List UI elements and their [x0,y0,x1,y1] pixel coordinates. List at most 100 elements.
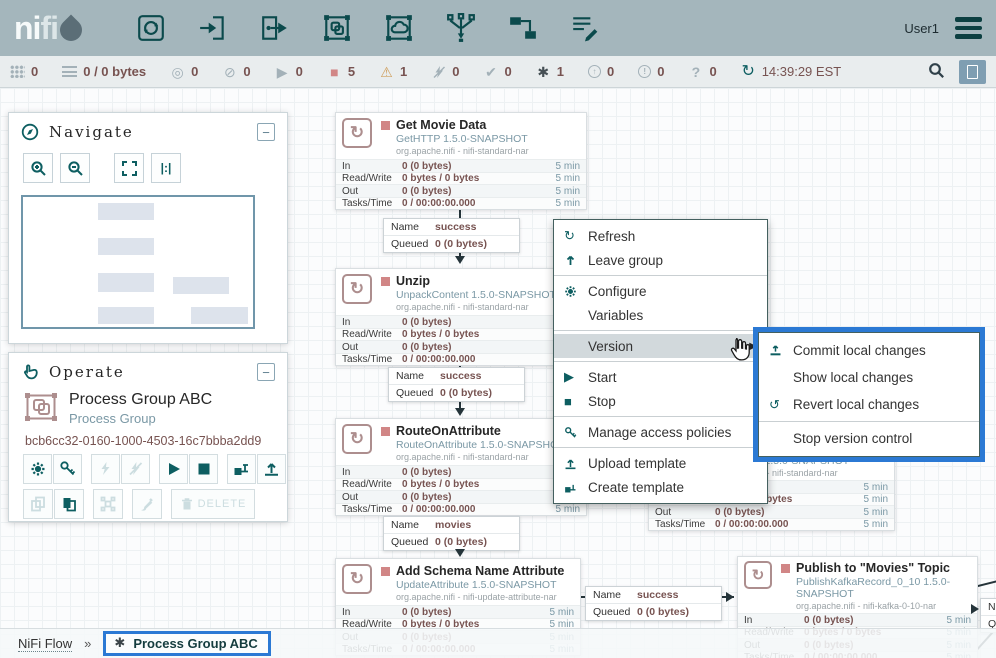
global-menu-icon[interactable] [955,17,982,39]
zoom-fit-button[interactable] [114,153,144,183]
processor-stamp-icon: ↻ [342,424,372,454]
up-to-date-stat: ✔0 [484,64,512,79]
stop-button[interactable] [189,454,218,484]
connection-name: success [435,221,476,233]
minimap-component-rect [98,307,154,324]
play-icon: ▶ [564,369,588,385]
create-template-button[interactable] [227,454,256,484]
navigate-panel: Navigate − |:| [8,112,288,344]
funnel-icon[interactable] [444,11,478,45]
refresh-icon: ↻ [564,228,588,244]
connection-label[interactable]: Namesuccess Queued0 (0 bytes) [383,218,520,253]
copy-button[interactable] [23,489,53,519]
group-button[interactable] [93,489,123,519]
connection-queued: 0 (0 bytes) [435,238,487,250]
stat-label: In [342,317,402,328]
enable-button[interactable] [91,454,120,484]
connection-arrow-icon [455,549,465,557]
breadcrumb-current-group[interactable]: ✱ Process Group ABC [103,631,270,656]
stat-value: 0 bytes / 0 bytes [402,479,556,490]
upload-template-button[interactable] [257,454,286,484]
leave-group-icon [564,254,588,267]
stat-value: 0 (0 bytes) [402,607,550,618]
processor-card[interactable]: ↻ Get Movie Data GetHTTP 1.5.0-SNAPSHOT … [335,112,587,210]
nifi-app: ↻ Get Movie Data GetHTTP 1.5.0-SNAPSHOT … [0,0,996,658]
configure-button[interactable] [23,454,52,484]
menu-item-variables[interactable]: Variables [554,303,767,327]
stat-window: 5 min [864,482,888,493]
menu-item-create-template[interactable]: Create template [554,475,767,499]
connection-label[interactable]: Namemovies Queued0 (0 bytes) [383,516,520,551]
access-policies-button[interactable] [53,454,82,484]
invalid-stat: ⚠1 [379,64,407,79]
stat-label: In [342,607,402,618]
breadcrumb-root-link[interactable]: NiFi Flow [18,636,72,652]
operate-panel: Operate − Process Group ABC Process Grou… [8,352,288,522]
delete-button[interactable]: DELETE [171,489,255,519]
menu-item-upload-template[interactable]: Upload template [554,451,767,475]
stat-window: 5 min [556,186,580,197]
fill-color-button[interactable] [132,489,162,519]
stat-label: Out [655,507,715,518]
menu-item-manage-access-policies[interactable]: Manage access policies [554,420,767,444]
locally-modified-stat: ✱1 [536,64,564,79]
connection-queued: 0 (0 bytes) [440,387,492,399]
connection-name: movies [435,519,471,531]
process-group-icon[interactable] [320,11,354,45]
paste-button[interactable] [54,489,84,519]
submenu-item-stop-version-control[interactable]: Stop version control [759,425,979,452]
version-submenu-highlight: Commit local changes Show local changes … [753,327,985,462]
menu-item-refresh[interactable]: ↻Refresh [554,224,767,248]
queued-items-icon [62,66,77,77]
label-icon[interactable] [568,11,602,45]
transmitting-stat: ◎0 [170,64,198,79]
delete-label: DELETE [198,498,247,510]
template-icon[interactable] [506,11,540,45]
search-icon[interactable] [928,62,945,82]
submenu-item-show-local-changes[interactable]: Show local changes [759,364,979,391]
menu-item-stop[interactable]: ■Stop [554,389,767,413]
stat-label: Read/Write [342,479,402,490]
connection-label[interactable]: Namesuccess Queued0 (0 bytes) [585,586,722,621]
menu-item-leave-group[interactable]: Leave group [554,248,767,272]
submenu-item-revert-local-changes[interactable]: ↺Revert local changes [759,391,979,418]
disable-button[interactable] [121,454,150,484]
processor-type: UpdateAttribute 1.5.0-SNAPSHOT [396,579,564,591]
refresh-status[interactable]: ↻14:39:29 EST [741,64,842,80]
logo-text: ni [14,10,40,47]
connection-name-label: Name [988,601,996,613]
stat-value: 0 bytes / 0 bytes [402,329,556,340]
menu-separator [554,416,767,417]
stat-window: 5 min [556,198,580,209]
stat-label: Out [342,342,402,353]
remote-process-group-icon[interactable] [382,11,416,45]
active-threads-stat: 0 [10,64,38,79]
stat-window: 5 min [947,615,971,626]
minimap-component-rect [98,273,154,292]
connection-queued-label: Queued [391,536,435,548]
queued-stat: 0 / 0 bytes [62,64,146,79]
output-port-icon[interactable] [258,11,292,45]
sidebar-toggle-button[interactable] [959,60,986,84]
menu-item-configure[interactable]: Configure [554,279,767,303]
connection-label[interactable]: Namesuccess Queued0 (0 bytes) [388,367,525,402]
operate-title: Operate [49,363,125,381]
input-port-icon[interactable] [196,11,230,45]
collapse-operate-button[interactable]: − [257,363,275,381]
connection-arrow-icon [455,408,465,416]
processor-icon[interactable] [134,11,168,45]
birdseye-minimap[interactable] [21,195,255,329]
zoom-out-button[interactable] [60,153,90,183]
processor-card[interactable]: ↻ RouteOnAttribute RouteOnAttribute 1.5.… [335,418,587,516]
collapse-navigate-button[interactable]: − [257,123,275,141]
stat-value: 0 / 00:00:00.000 [715,519,864,530]
submenu-item-commit-local-changes[interactable]: Commit local changes [759,337,979,364]
template-icon [564,481,588,494]
processor-card[interactable]: ↻ Unzip UnpackContent 1.5.0-SNAPSHOT org… [335,268,587,366]
start-button[interactable] [159,454,188,484]
menu-item-start[interactable]: ▶Start [554,365,767,389]
zoom-in-button[interactable] [23,153,53,183]
processor-stamp-icon: ↻ [342,118,372,148]
refresh-icon[interactable]: ↻ [741,64,756,80]
zoom-actual-size-button[interactable]: |:| [151,153,181,183]
